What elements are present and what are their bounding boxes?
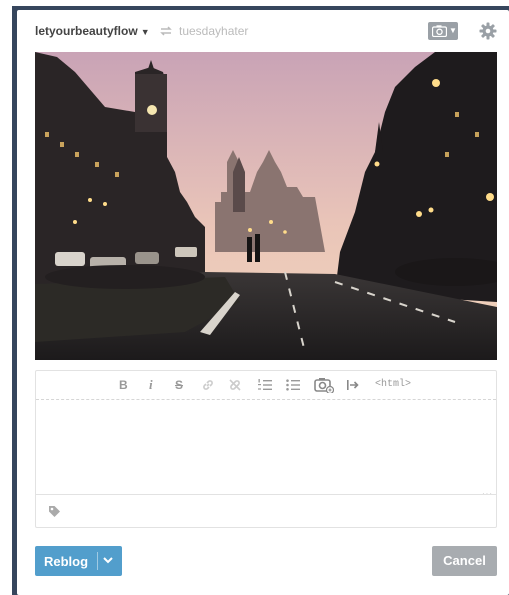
read-more-icon[interactable] [346,377,360,393]
gear-icon[interactable] [479,22,497,40]
camera-icon [432,25,447,37]
link-icon[interactable] [201,377,215,393]
chevron-down-icon[interactable] [103,557,113,564]
tags-field[interactable] [36,494,496,528]
editor-toolbar: B i S <html> [36,371,496,400]
strikethrough-button[interactable]: S [175,377,183,393]
post-photo [35,52,497,360]
cancel-button[interactable]: Cancel [432,546,497,576]
insert-image-icon[interactable] [314,377,334,393]
tag-icon [49,506,60,517]
blog-name: letyourbeautyflow [35,24,138,38]
reblog-icon [160,26,172,36]
blog-selector[interactable]: letyourbeautyflow ▼ [35,24,150,38]
bold-button[interactable]: B [119,377,128,393]
caption-text-area[interactable] [36,400,496,494]
unlink-icon[interactable] [228,377,242,393]
italic-button[interactable]: i [149,377,153,393]
post-header: letyourbeautyflow ▼ tuesdayhater ▼ [35,22,497,42]
post-type-dropdown[interactable]: ▼ [428,22,458,40]
reblog-dialog: letyourbeautyflow ▼ tuesdayhater ▼ B i S… [17,10,509,595]
html-mode-button[interactable]: <html> [375,377,411,393]
reblog-button-label: Reblog [44,554,89,569]
ordered-list-icon[interactable] [257,377,273,393]
unordered-list-icon[interactable] [285,377,301,393]
reblog-button[interactable]: Reblog [35,546,122,576]
chevron-down-icon: ▼ [449,26,457,35]
caption-editor: B i S <html> ··· [35,370,497,528]
button-divider [97,552,98,570]
chevron-down-icon: ▼ [140,27,150,37]
source-blog-name[interactable]: tuesdayhater [179,24,248,38]
